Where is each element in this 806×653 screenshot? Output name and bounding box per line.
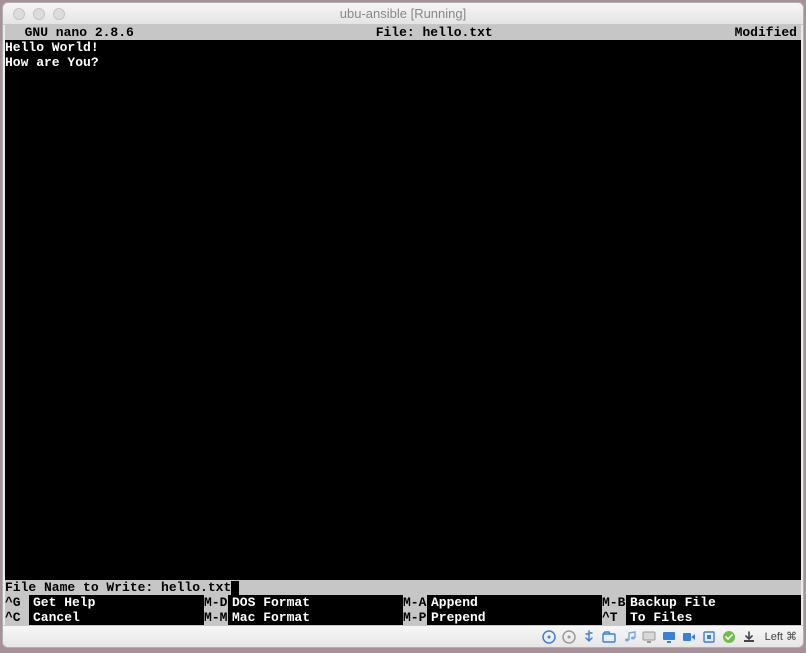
shortcut-cancel[interactable]: ^CCancel (5, 610, 204, 625)
editor-line: Hello World! (5, 40, 99, 55)
shortcut-backup-file[interactable]: M-BBackup File (602, 595, 801, 610)
nano-file-label: File: hello.txt (134, 25, 735, 40)
shortcut-dos-format[interactable]: M-DDOS Format (204, 595, 403, 610)
editor-line: How are You? (5, 55, 99, 70)
optical-disk-icon[interactable] (561, 629, 577, 645)
window-controls (3, 8, 65, 20)
shared-folders-icon[interactable] (601, 629, 617, 645)
prompt-label: File Name to Write: (5, 580, 161, 595)
cursor-icon (231, 581, 239, 595)
cpu-icon[interactable] (701, 629, 717, 645)
terminal[interactable]: GNU nano 2.8.6 File: hello.txt Modified … (5, 25, 801, 625)
nano-shortcuts: ^GGet Help M-DDOS Format M-AAppend M-BBa… (5, 595, 801, 625)
nano-titlebar: GNU nano 2.8.6 File: hello.txt Modified (5, 25, 801, 40)
host-key-label: Left ⌘ (761, 630, 797, 643)
hard-disk-icon[interactable] (541, 629, 557, 645)
zoom-icon[interactable] (53, 8, 65, 20)
keyboard-capture-icon[interactable] (741, 629, 757, 645)
shortcut-get-help[interactable]: ^GGet Help (5, 595, 204, 610)
nano-app-version: GNU nano 2.8.6 (9, 25, 134, 40)
shortcut-to-files[interactable]: ^TTo Files (602, 610, 801, 625)
close-icon[interactable] (13, 8, 25, 20)
nano-prompt[interactable]: File Name to Write: hello.txt (5, 580, 801, 595)
mouse-integration-icon[interactable] (721, 629, 737, 645)
recording-icon[interactable] (681, 629, 697, 645)
shortcut-mac-format[interactable]: M-MMac Format (204, 610, 403, 625)
display-icon[interactable] (661, 629, 677, 645)
minimize-icon[interactable] (33, 8, 45, 20)
editor-content[interactable]: Hello World! How are You? (5, 40, 801, 580)
nano-modified-label: Modified (735, 25, 797, 40)
titlebar: ubu-ansible [Running] (3, 3, 803, 25)
usb-icon[interactable] (581, 629, 597, 645)
prompt-value: hello.txt (161, 580, 231, 595)
shortcut-prepend[interactable]: M-PPrepend (403, 610, 602, 625)
vm-statusbar: Left ⌘ (3, 625, 803, 647)
network-icon[interactable] (641, 629, 657, 645)
audio-icon[interactable] (621, 629, 637, 645)
shortcut-append[interactable]: M-AAppend (403, 595, 602, 610)
vm-window: ubu-ansible [Running] GNU nano 2.8.6 Fil… (2, 2, 804, 648)
window-title: ubu-ansible [Running] (3, 6, 803, 21)
